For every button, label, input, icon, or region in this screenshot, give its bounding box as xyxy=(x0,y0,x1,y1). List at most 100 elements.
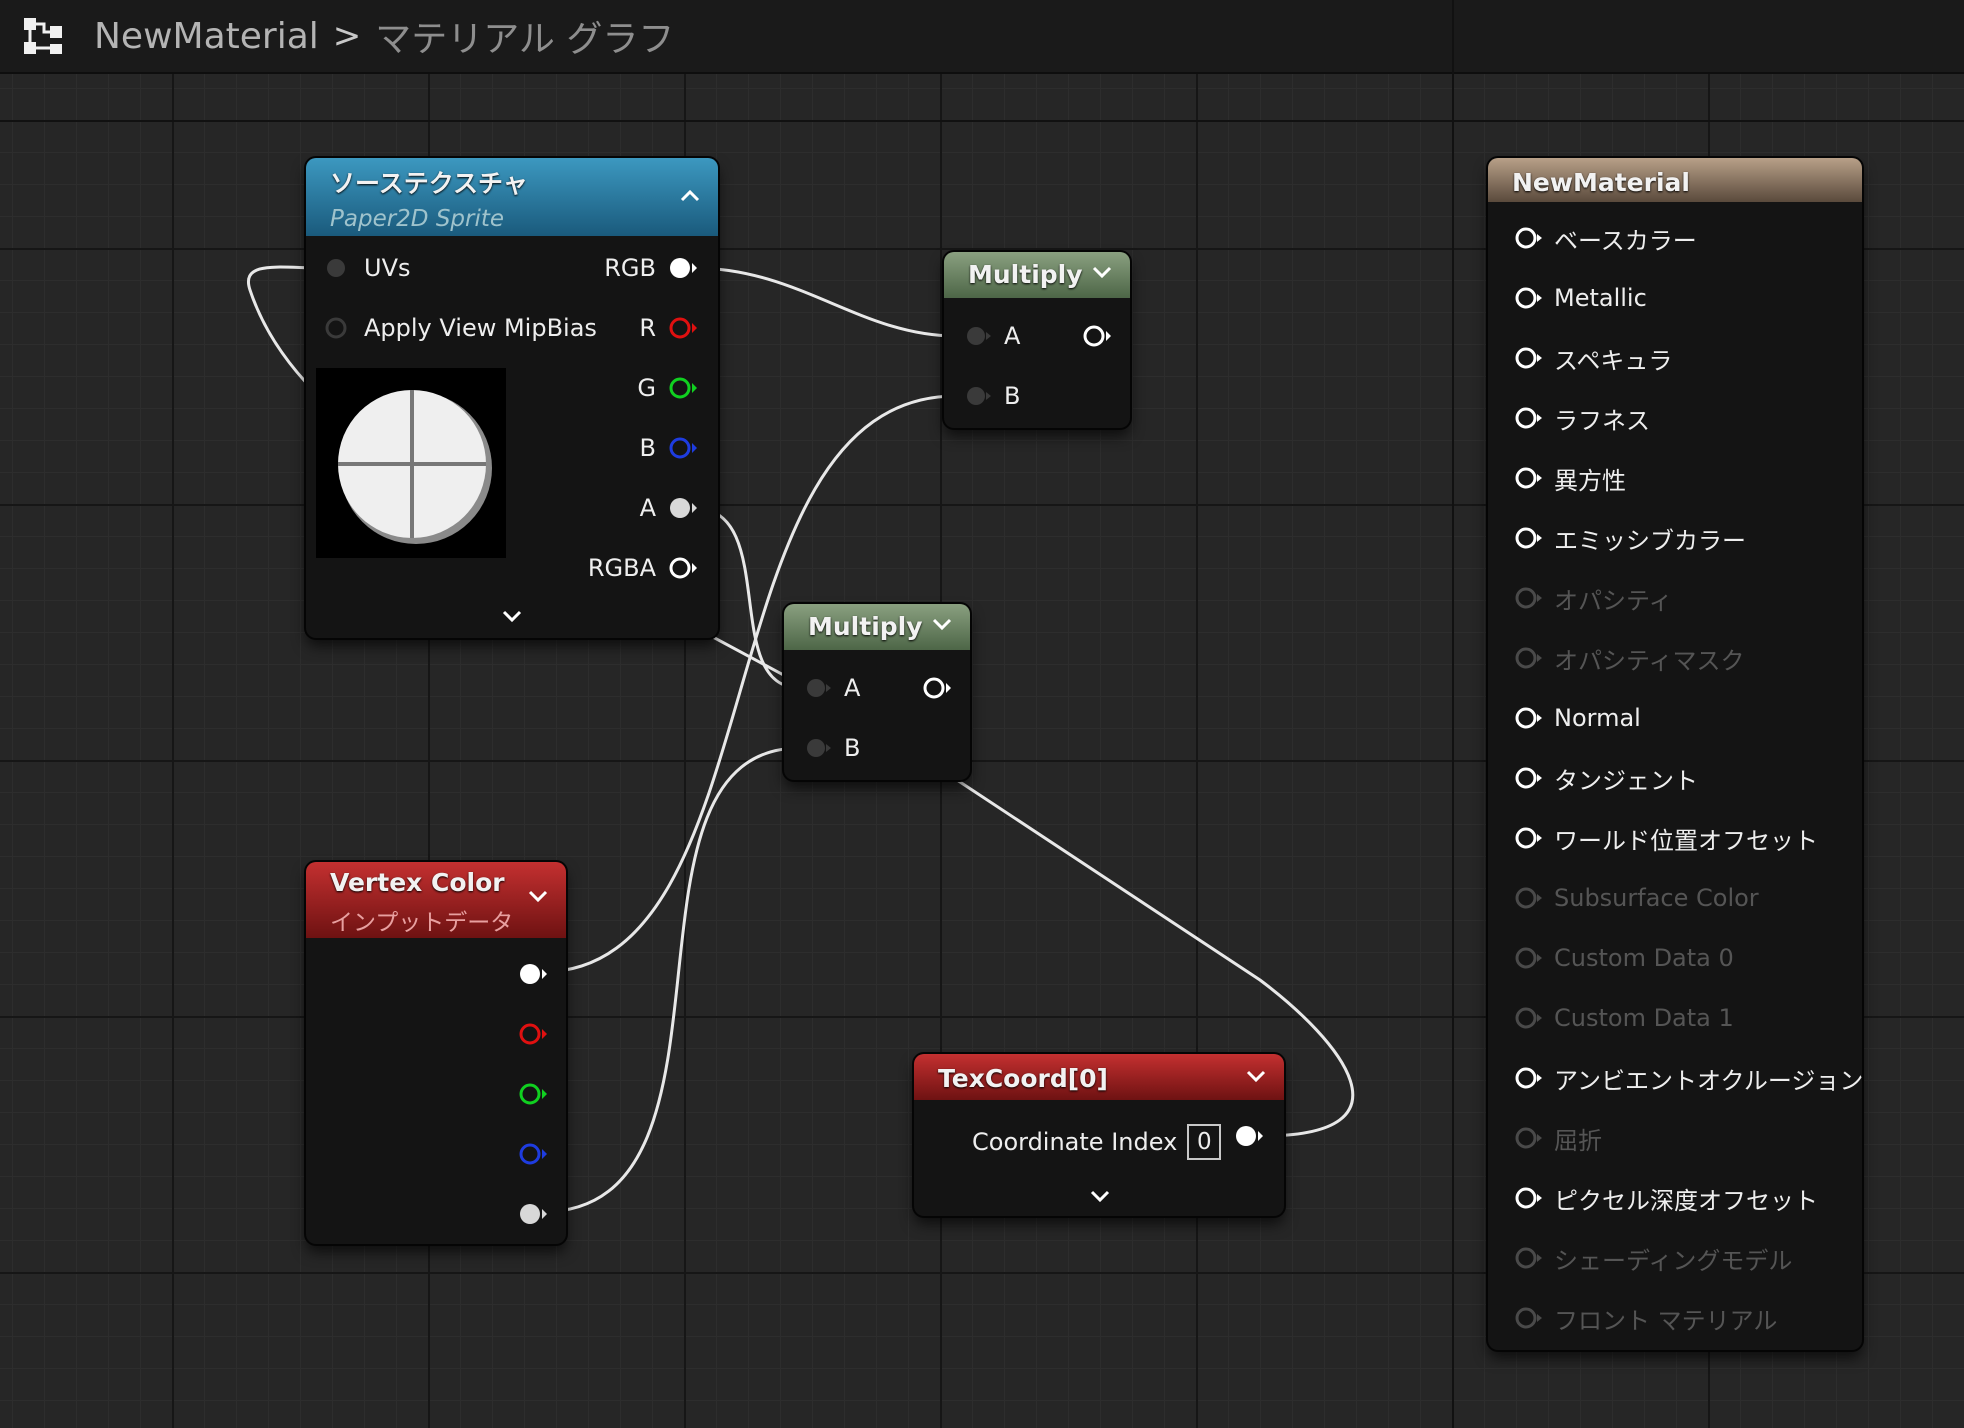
node-subtitle: Paper2D Sprite xyxy=(330,206,505,232)
texture-preview-thumbnail xyxy=(316,368,506,558)
input-pin-icon[interactable] xyxy=(1512,1304,1546,1332)
input-pin-connected-icon[interactable] xyxy=(802,734,836,762)
vertex-color-header[interactable]: Vertex Color インプットデータ xyxy=(306,862,566,938)
output-pin-g[interactable]: G xyxy=(600,368,700,408)
output-pin-r[interactable]: R xyxy=(600,308,700,348)
output-pin-connected-icon[interactable] xyxy=(666,254,700,282)
chevron-down-icon[interactable] xyxy=(528,890,548,904)
material-input-pin[interactable]: スペキュラ xyxy=(1512,338,1672,378)
multiply-header[interactable]: Multiply xyxy=(784,604,970,650)
input-pin-connected-icon[interactable] xyxy=(802,674,836,702)
texcoord-header[interactable]: TexCoord[0] xyxy=(914,1054,1284,1100)
input-pin-icon[interactable] xyxy=(322,314,350,342)
output-pin-b[interactable]: B xyxy=(600,428,700,468)
expand-chevron-down-icon[interactable] xyxy=(1090,1190,1110,1204)
input-pin-icon[interactable] xyxy=(1512,704,1546,732)
material-input-pin[interactable]: シェーディングモデル xyxy=(1512,1238,1792,1278)
output-pin-rgb[interactable]: RGB xyxy=(600,248,700,288)
texture-sample-header[interactable]: ソーステクスチャ Paper2D Sprite xyxy=(306,158,718,236)
input-pin-connected-icon[interactable] xyxy=(962,382,996,410)
output-pin-icon[interactable] xyxy=(666,314,700,342)
input-pin-icon[interactable] xyxy=(1512,584,1546,612)
input-pin-b[interactable]: B xyxy=(802,728,860,768)
input-pin-a[interactable]: A xyxy=(802,668,860,708)
output-pin-connected-icon[interactable] xyxy=(1232,1122,1266,1150)
input-pin-icon[interactable] xyxy=(1512,464,1546,492)
material-input-pin[interactable]: Normal xyxy=(1512,698,1641,738)
pin-label: Subsurface Color xyxy=(1554,884,1759,912)
input-pin-icon[interactable] xyxy=(1512,224,1546,252)
material-input-pin[interactable]: Subsurface Color xyxy=(1512,878,1759,918)
breadcrumb-root[interactable]: NewMaterial xyxy=(94,16,319,57)
pin-label: A xyxy=(639,494,656,522)
input-pin-icon[interactable] xyxy=(1512,1004,1546,1032)
input-pin-icon[interactable] xyxy=(1512,284,1546,312)
output-pin-r-icon[interactable] xyxy=(516,1020,550,1048)
output-pin-icon[interactable] xyxy=(666,374,700,402)
material-input-pin[interactable]: ピクセル深度オフセット xyxy=(1512,1178,1818,1218)
input-pin-uvs[interactable]: UVs xyxy=(322,248,411,288)
material-input-pin[interactable]: フロント マテリアル xyxy=(1512,1298,1777,1338)
pin-label: B xyxy=(1004,382,1021,410)
output-pin-a-connected-icon[interactable] xyxy=(516,1200,550,1228)
input-pin-icon[interactable] xyxy=(1512,1244,1546,1272)
input-pin-b[interactable]: B xyxy=(962,376,1020,416)
input-pin-connected-icon[interactable] xyxy=(962,322,996,350)
material-output-node[interactable]: NewMaterial ベースカラー Metallic スペキュララフネス異方性エミ… xyxy=(1488,158,1863,1350)
material-input-pin[interactable]: アンビエントオクルージョン xyxy=(1512,1058,1863,1098)
vertex-color-node[interactable]: Vertex Color インプットデータ xyxy=(306,862,566,1244)
input-pin-icon[interactable] xyxy=(1512,644,1546,672)
pin-label: B xyxy=(844,734,861,762)
material-input-pin[interactable]: ラフネス xyxy=(1512,398,1650,438)
material-output-header[interactable]: NewMaterial xyxy=(1488,158,1862,202)
coordinate-index-field[interactable]: Coordinate Index 0 xyxy=(972,1122,1222,1162)
material-input-pin[interactable]: ワールド位置オフセット xyxy=(1512,818,1818,858)
material-input-pin[interactable]: Metallic xyxy=(1512,278,1647,318)
input-pin-apply-view-mipbias[interactable]: Apply View MipBias xyxy=(322,308,597,348)
output-pin-rgb-connected-icon[interactable] xyxy=(516,960,550,988)
input-pin-icon[interactable] xyxy=(1512,344,1546,372)
chevron-down-icon[interactable] xyxy=(932,618,952,632)
material-input-pin[interactable]: オパシティ xyxy=(1512,578,1673,618)
chevron-down-icon[interactable] xyxy=(1246,1070,1266,1084)
input-pin-icon[interactable] xyxy=(1512,1184,1546,1212)
input-pin-icon[interactable] xyxy=(1512,764,1546,792)
material-input-pin[interactable]: オパシティマスク xyxy=(1512,638,1745,678)
output-pin-a[interactable]: A xyxy=(600,488,700,528)
input-pin-icon[interactable] xyxy=(1512,944,1546,972)
output-pin-g-icon[interactable] xyxy=(516,1080,550,1108)
material-input-pin[interactable]: ベースカラー xyxy=(1512,218,1697,258)
chevron-down-icon[interactable] xyxy=(1092,266,1112,280)
output-pin-rgba[interactable]: RGBA xyxy=(560,548,700,588)
input-pin-connected-icon[interactable] xyxy=(322,254,350,282)
pin-label: フロント マテリアル xyxy=(1554,1306,1778,1335)
input-pin-icon[interactable] xyxy=(1512,404,1546,432)
node-title: NewMaterial xyxy=(1512,168,1690,197)
material-input-pin[interactable]: 異方性 xyxy=(1512,458,1626,498)
wire-vertex-alpha-to-multiply-mid-b xyxy=(541,746,801,1214)
pin-label: エミッシブカラー xyxy=(1554,526,1746,555)
collapse-chevron-up-icon[interactable] xyxy=(680,188,700,202)
output-pin-icon[interactable] xyxy=(666,434,700,462)
material-input-pin[interactable]: 屈折 xyxy=(1512,1118,1602,1158)
input-pin-icon[interactable] xyxy=(1512,1064,1546,1092)
material-input-pin[interactable]: Custom Data 1 xyxy=(1512,998,1734,1038)
input-pin-icon[interactable] xyxy=(1512,524,1546,552)
output-pin-icon[interactable] xyxy=(666,554,700,582)
output-pin-b-icon[interactable] xyxy=(516,1140,550,1168)
input-pin-icon[interactable] xyxy=(1512,884,1546,912)
input-pin-a[interactable]: A xyxy=(962,316,1020,356)
output-pin-connected-icon[interactable] xyxy=(666,494,700,522)
pin-label: 屈折 xyxy=(1554,1126,1602,1155)
output-pin-icon[interactable] xyxy=(920,674,954,702)
material-input-pin[interactable]: エミッシブカラー xyxy=(1512,518,1746,558)
input-pin-icon[interactable] xyxy=(1512,824,1546,852)
pin-label: スペキュラ xyxy=(1554,346,1673,375)
output-pin-icon[interactable] xyxy=(1080,322,1114,350)
expand-chevron-down-icon[interactable] xyxy=(502,610,522,624)
coordinate-index-input[interactable]: 0 xyxy=(1187,1124,1222,1160)
input-pin-icon[interactable] xyxy=(1512,1124,1546,1152)
multiply-header[interactable]: Multiply xyxy=(944,252,1130,298)
material-input-pin[interactable]: タンジェント xyxy=(1512,758,1698,798)
material-input-pin[interactable]: Custom Data 0 xyxy=(1512,938,1734,978)
